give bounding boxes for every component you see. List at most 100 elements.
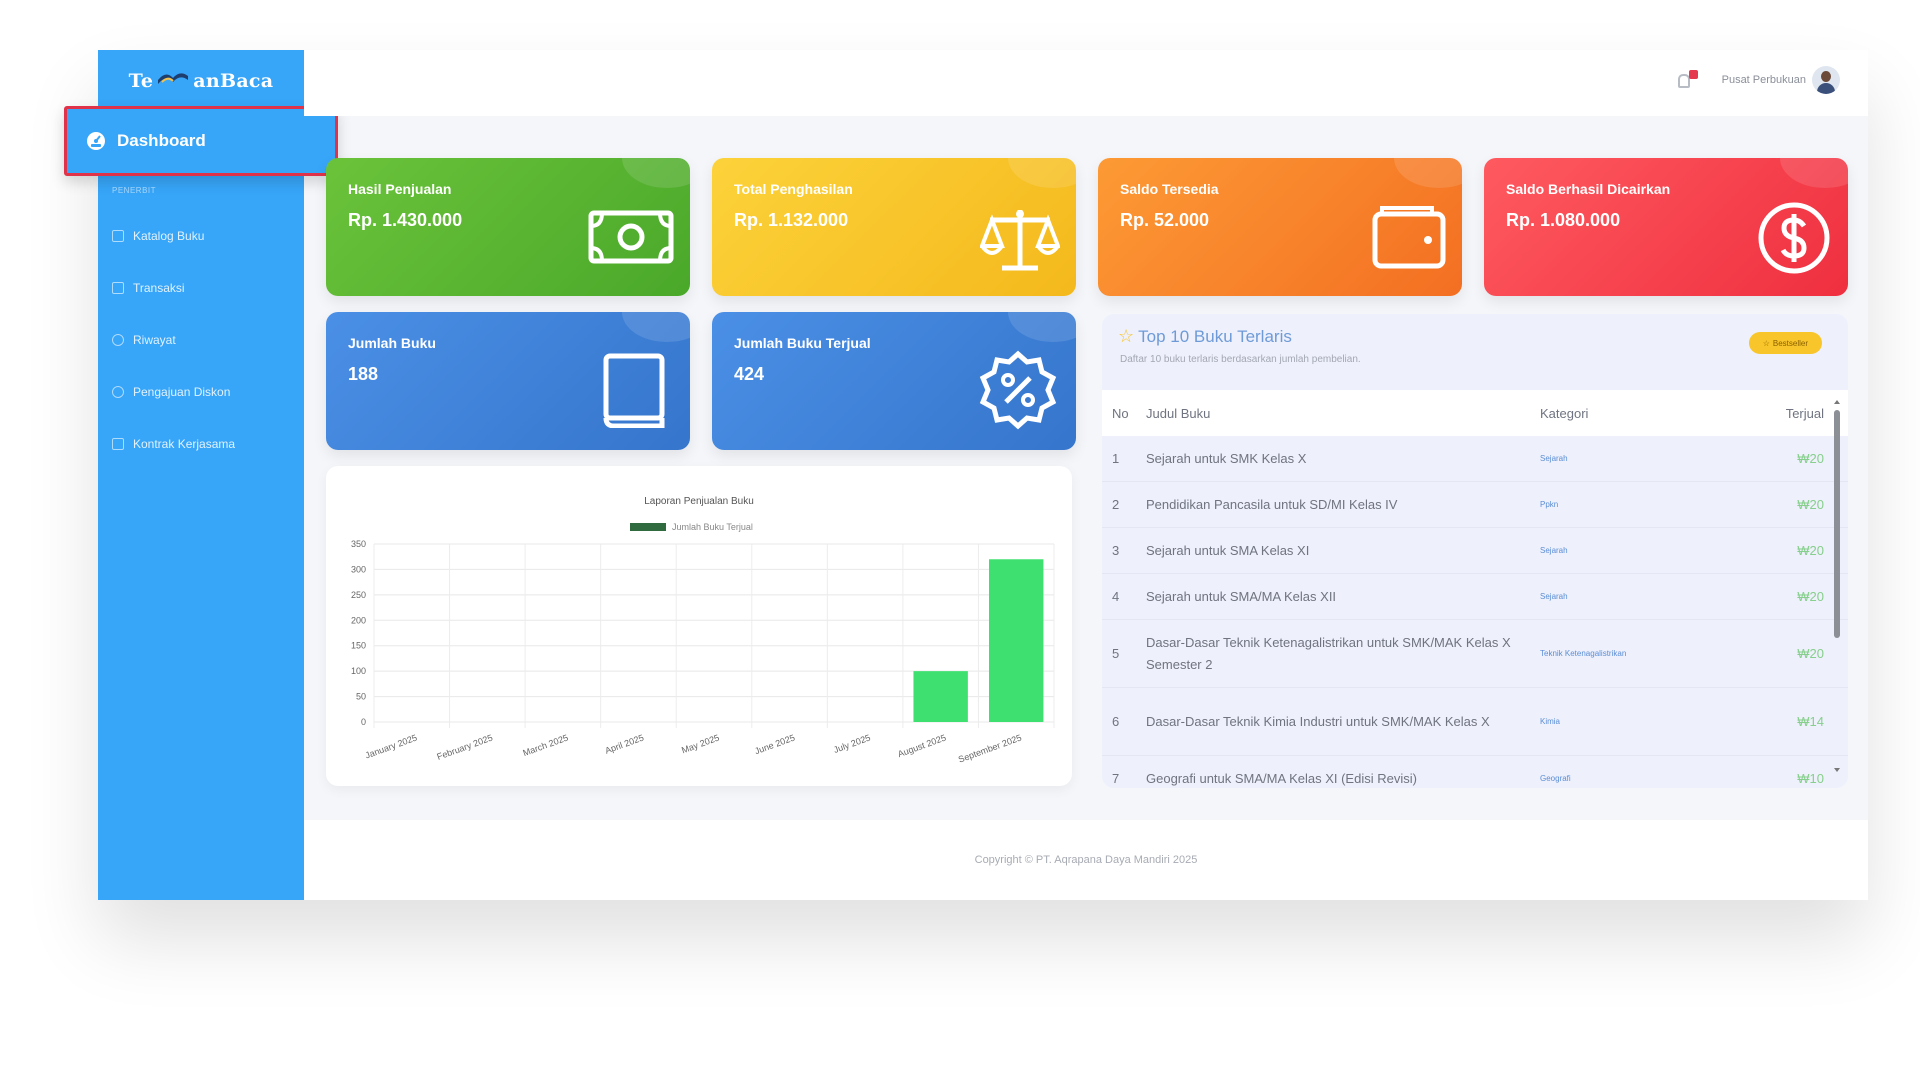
card-title: Total Penghasilan <box>734 181 853 197</box>
sidebar-item-label: Riwayat <box>133 333 176 347</box>
table-row[interactable]: 5 Dasar-Dasar Teknik Ketenagalistrikan un… <box>1102 620 1848 688</box>
x-tick-label: August 2025 <box>896 732 947 759</box>
scroll-up-arrow[interactable] <box>1834 400 1840 404</box>
header-title[interactable]: Judul Buku <box>1146 406 1540 421</box>
cell-sold: ₩20 <box>1797 497 1824 512</box>
header-sold[interactable]: Terjual <box>1776 406 1824 421</box>
card-hasil-penjualan[interactable]: Hasil Penjualan Rp. 1.430.000 <box>326 158 690 296</box>
x-tick-label: September 2025 <box>957 732 1023 764</box>
chart-title: Laporan Penjualan Buku <box>644 496 754 507</box>
badge-star-icon: ☆ <box>1762 338 1770 348</box>
header-no[interactable]: No <box>1102 406 1146 421</box>
table-row[interactable]: 7 Geografi untuk SMA/MA Kelas XI (Edisi R… <box>1102 756 1848 788</box>
sidebar-item-katalog-buku[interactable]: Katalog Buku <box>112 210 235 262</box>
y-tick-label: 350 <box>351 539 366 549</box>
header-category[interactable]: Kategori <box>1540 406 1776 421</box>
brand-logo[interactable]: Te anBaca <box>98 50 304 112</box>
sidebar-menu: Katalog Buku Transaksi Riwayat Pengajuan… <box>112 210 235 470</box>
card-decoration <box>1780 158 1848 188</box>
cell-sold: ₩20 <box>1797 451 1824 466</box>
cell-no: 1 <box>1112 451 1120 466</box>
sidebar-item-label: Katalog Buku <box>133 229 205 243</box>
money-icon <box>588 210 674 269</box>
avatar[interactable] <box>1812 66 1840 94</box>
document-icon <box>112 438 124 450</box>
card-value: Rp. 1.132.000 <box>734 210 849 230</box>
sidebar-item-label: Dashboard <box>117 131 206 150</box>
cell-title: Dasar-Dasar Teknik Kimia Industri untuk … <box>1146 713 1490 729</box>
percent-icon <box>112 386 124 398</box>
card-saldo-dicairkan[interactable]: Saldo Berhasil Dicairkan Rp. 1.080.000 <box>1484 158 1848 296</box>
scrollbar-thumb[interactable] <box>1834 410 1840 638</box>
cell-sold: ₩20 <box>1797 646 1824 661</box>
x-tick-label: January 2025 <box>364 732 419 760</box>
card-value: Rp. 1.430.000 <box>348 210 463 230</box>
cell-no: 2 <box>1112 497 1120 512</box>
card-decoration <box>622 158 690 188</box>
avatar-body <box>1817 83 1835 94</box>
book-icon <box>112 230 124 242</box>
card-decoration <box>1008 312 1076 342</box>
y-tick-label: 250 <box>351 590 366 600</box>
dashboard-gauge-icon <box>85 130 107 152</box>
topbar: Pusat Perbukuan <box>304 50 1868 116</box>
cell-category: Teknik Ketenagalistrikan <box>1540 649 1627 658</box>
sidebar-item-label: Pengajuan Diskon <box>133 385 231 399</box>
scroll-down-arrow[interactable] <box>1834 768 1840 772</box>
notification-badge <box>1689 70 1698 79</box>
cell-category: Sejarah <box>1540 546 1568 555</box>
sidebar-item-label: Transaksi <box>133 281 185 295</box>
y-tick-label: 150 <box>351 641 366 651</box>
sales-chart-card: Laporan Penjualan Buku Jumlah Buku Terjua… <box>326 466 1072 786</box>
sidebar-item-riwayat[interactable]: Riwayat <box>112 314 235 366</box>
legend-swatch <box>630 523 666 531</box>
sales-bar-chart: Laporan Penjualan Buku Jumlah Buku Terjua… <box>351 496 1055 765</box>
sidebar-item-transaksi[interactable]: Transaksi <box>112 262 235 314</box>
table-body: 1 Sejarah untuk SMK Kelas X Sejarah ₩20 2 Pen… <box>1102 436 1848 788</box>
x-tick-label: July 2025 <box>832 732 872 755</box>
badge-label: Bestseller <box>1772 338 1808 348</box>
card-value: Rp. 1.080.000 <box>1506 210 1621 230</box>
sidebar-item-dashboard[interactable]: Dashboard <box>64 106 338 176</box>
x-tick-label: May 2025 <box>680 732 721 755</box>
legend-label: Jumlah Buku Terjual <box>672 522 753 532</box>
y-tick-label: 200 <box>351 615 366 625</box>
cell-no: 6 <box>1112 714 1120 729</box>
wallet-icon <box>1372 204 1446 275</box>
cell-category: Kimia <box>1540 717 1561 726</box>
table-row[interactable]: 2 Pendidikan Pancasila untuk SD/MI Kelas … <box>1102 482 1848 528</box>
table-row[interactable]: 3 Sejarah untuk SMA Kelas XI Sejarah ₩20 <box>1102 528 1848 574</box>
top-books-title: ☆ Top 10 Buku Terlaris <box>1118 326 1292 347</box>
table-row[interactable]: 4 Sejarah untuk SMA/MA Kelas XII Sejarah ₩2… <box>1102 574 1848 620</box>
card-title: Saldo Tersedia <box>1120 181 1219 197</box>
table-header: No Judul Buku Kategori Terjual <box>1102 390 1848 436</box>
bar <box>913 671 968 722</box>
card-decoration <box>622 312 690 342</box>
brand-left: Te <box>128 70 154 92</box>
cell-category: Ppkn <box>1540 500 1559 509</box>
user-name[interactable]: Pusat Perbukuan <box>1722 74 1806 86</box>
table-row[interactable]: 6 Dasar-Dasar Teknik Kimia Industri untuk… <box>1102 688 1848 756</box>
sidebar-section-label: PENERBIT <box>112 186 157 195</box>
card-value: 188 <box>348 364 379 384</box>
scale-icon <box>979 204 1061 277</box>
card-jumlah-buku[interactable]: Jumlah Buku 188 <box>326 312 690 450</box>
cell-title: Pendidikan Pancasila untuk SD/MI Kelas I… <box>1146 496 1398 512</box>
cell-title: Sejarah untuk SMA Kelas XI <box>1146 542 1310 558</box>
card-jumlah-buku-terjual[interactable]: Jumlah Buku Terjual 424 <box>712 312 1076 450</box>
card-value: 424 <box>734 364 765 384</box>
card-title: Hasil Penjualan <box>348 181 452 197</box>
card-title: Jumlah Buku <box>348 335 436 351</box>
card-decoration <box>1394 158 1462 188</box>
sidebar-item-kontrak-kerjasama[interactable]: Kontrak Kerjasama <box>112 418 235 470</box>
cell-sold: ₩10 <box>1797 771 1824 786</box>
card-total-penghasilan[interactable]: Total Penghasilan Rp. 1.132.000 <box>712 158 1076 296</box>
top-books-subtitle: Daftar 10 buku terlaris berdasarkan juml… <box>1120 354 1361 365</box>
book-icon <box>602 352 666 433</box>
cart-icon <box>112 282 124 294</box>
table-row[interactable]: 1 Sejarah untuk SMK Kelas X Sejarah ₩20 <box>1102 436 1848 482</box>
card-saldo-tersedia[interactable]: Saldo Tersedia Rp. 52.000 <box>1098 158 1462 296</box>
cell-category: Sejarah <box>1540 454 1568 463</box>
cell-no: 4 <box>1112 589 1120 604</box>
sidebar-item-pengajuan-diskon[interactable]: Pengajuan Diskon <box>112 366 235 418</box>
